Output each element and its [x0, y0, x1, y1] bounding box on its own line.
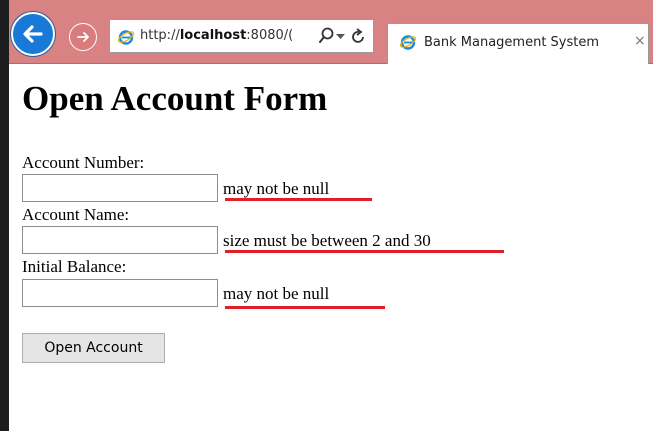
account-number-error: may not be null — [223, 179, 330, 198]
url-path: :8080/( — [246, 28, 294, 43]
open-account-button[interactable]: Open Account — [22, 333, 165, 363]
account-name-error: size must be between 2 and 30 — [223, 231, 431, 250]
address-url: http://localhost:8080/( — [140, 28, 316, 43]
back-arrow-icon — [23, 25, 43, 43]
forward-button[interactable] — [69, 23, 97, 51]
window-frame-right — [653, 0, 660, 431]
account-name-label: Account Name: — [22, 205, 130, 224]
account-name-input[interactable] — [22, 226, 218, 254]
window-frame-left — [0, 0, 9, 431]
search-icon[interactable] — [319, 27, 334, 44]
initial-balance-error-underline — [225, 306, 385, 309]
initial-balance-label: Initial Balance: — [22, 257, 127, 276]
back-button[interactable] — [11, 12, 55, 56]
dropdown-icon[interactable] — [336, 34, 345, 40]
initial-balance-input[interactable] — [22, 279, 218, 307]
url-scheme: http:// — [140, 28, 180, 43]
page-title: Open Account Form — [22, 79, 328, 118]
ie-logo-icon — [399, 35, 417, 50]
account-name-error-underline — [225, 250, 504, 253]
browser-toolbar: http://localhost:8080/( Bank Management … — [9, 0, 653, 64]
url-host: localhost — [179, 28, 247, 43]
tab-title: Bank Management System — [424, 35, 600, 50]
account-number-label: Account Number: — [22, 153, 145, 172]
close-icon[interactable]: × — [634, 33, 646, 49]
account-number-input[interactable] — [22, 174, 218, 202]
account-number-error-underline — [225, 198, 372, 201]
initial-balance-error: may not be null — [223, 284, 330, 303]
ie-logo-icon — [117, 30, 135, 45]
refresh-icon[interactable] — [351, 28, 366, 45]
address-bar[interactable]: http://localhost:8080/( — [109, 19, 374, 53]
tab-bank-management[interactable]: Bank Management System × — [387, 23, 649, 64]
forward-arrow-icon — [77, 32, 89, 42]
